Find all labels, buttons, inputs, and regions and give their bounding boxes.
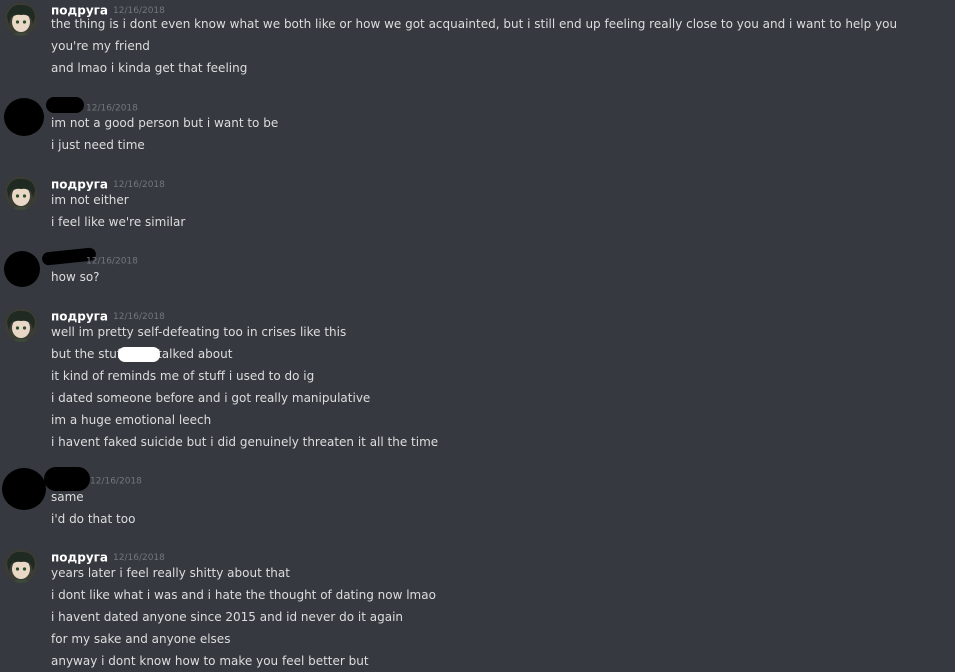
timestamp[interactable]: 12/16/2018 (90, 477, 142, 487)
redacted-avatar-icon (4, 251, 40, 287)
message-header: 12/16/2018 (90, 471, 142, 487)
timestamp[interactable]: 12/16/2018 (113, 553, 165, 563)
username[interactable]: подруга (51, 551, 108, 565)
message-text: you're my friend (51, 39, 150, 53)
message-text: i dated someone before and i got really … (51, 391, 371, 405)
message-text: how so? (51, 270, 100, 284)
message-text: i'd do that too (51, 512, 136, 526)
message-text: and lmao i kinda get that feeling (51, 61, 248, 75)
chat-message-list[interactable]: подруга 12/16/2018 the thing is i dont ev… (0, 0, 955, 672)
message-header: подруга 12/16/2018 (51, 174, 165, 192)
redacted-avatar-icon (4, 98, 44, 136)
anime-avatar-icon[interactable] (4, 308, 38, 342)
timestamp[interactable]: 12/16/2018 (86, 104, 138, 114)
timestamp[interactable]: 12/16/2018 (113, 180, 165, 190)
message-header: 12/16/2018 (86, 98, 138, 114)
message-header: подруга 12/16/2018 (51, 306, 165, 324)
redacted-name (118, 347, 160, 362)
message-text: well im pretty self-defeating too in cri… (51, 325, 347, 339)
message-text: im not either (51, 193, 129, 207)
redacted-avatar-icon (2, 468, 46, 510)
message-text: i havent dated anyone since 2015 and id … (51, 610, 404, 624)
message-text: i feel like we're similar (51, 215, 186, 229)
username[interactable]: подруга (51, 178, 108, 192)
message-text: im not a good person but i want to be (51, 116, 279, 130)
message-text-part: but the stuff (51, 347, 126, 361)
message-text: years later i feel really shitty about t… (51, 566, 290, 580)
message-text: the thing is i dont even know what we bo… (51, 17, 898, 31)
message-header: подруга 12/16/2018 (51, 547, 165, 565)
message-text: anyway i dont know how to make you feel … (51, 654, 369, 668)
message-text: for my sake and anyone elses (51, 632, 231, 646)
redacted-username (46, 97, 84, 113)
message-text-part: talked about (157, 347, 233, 361)
anime-avatar-icon[interactable] (4, 2, 38, 36)
message-text: same (51, 490, 84, 504)
message-text: it kind of reminds me of stuff i used to… (51, 369, 315, 383)
redacted-username (44, 467, 90, 491)
username[interactable]: подруга (51, 310, 108, 324)
message-text: i havent faked suicide but i did genuine… (51, 435, 439, 449)
message-text: im a huge emotional leech (51, 413, 212, 427)
timestamp[interactable]: 12/16/2018 (113, 312, 165, 322)
message-header: подруга 12/16/2018 (51, 0, 165, 18)
anime-avatar-icon[interactable] (4, 549, 38, 583)
timestamp[interactable]: 12/16/2018 (86, 257, 138, 267)
timestamp[interactable]: 12/16/2018 (113, 6, 165, 16)
message-text: i dont like what i was and i hate the th… (51, 588, 436, 602)
anime-avatar-icon[interactable] (4, 176, 38, 210)
message-header: 12/16/2018 (86, 251, 138, 267)
message-text: i just need time (51, 138, 145, 152)
